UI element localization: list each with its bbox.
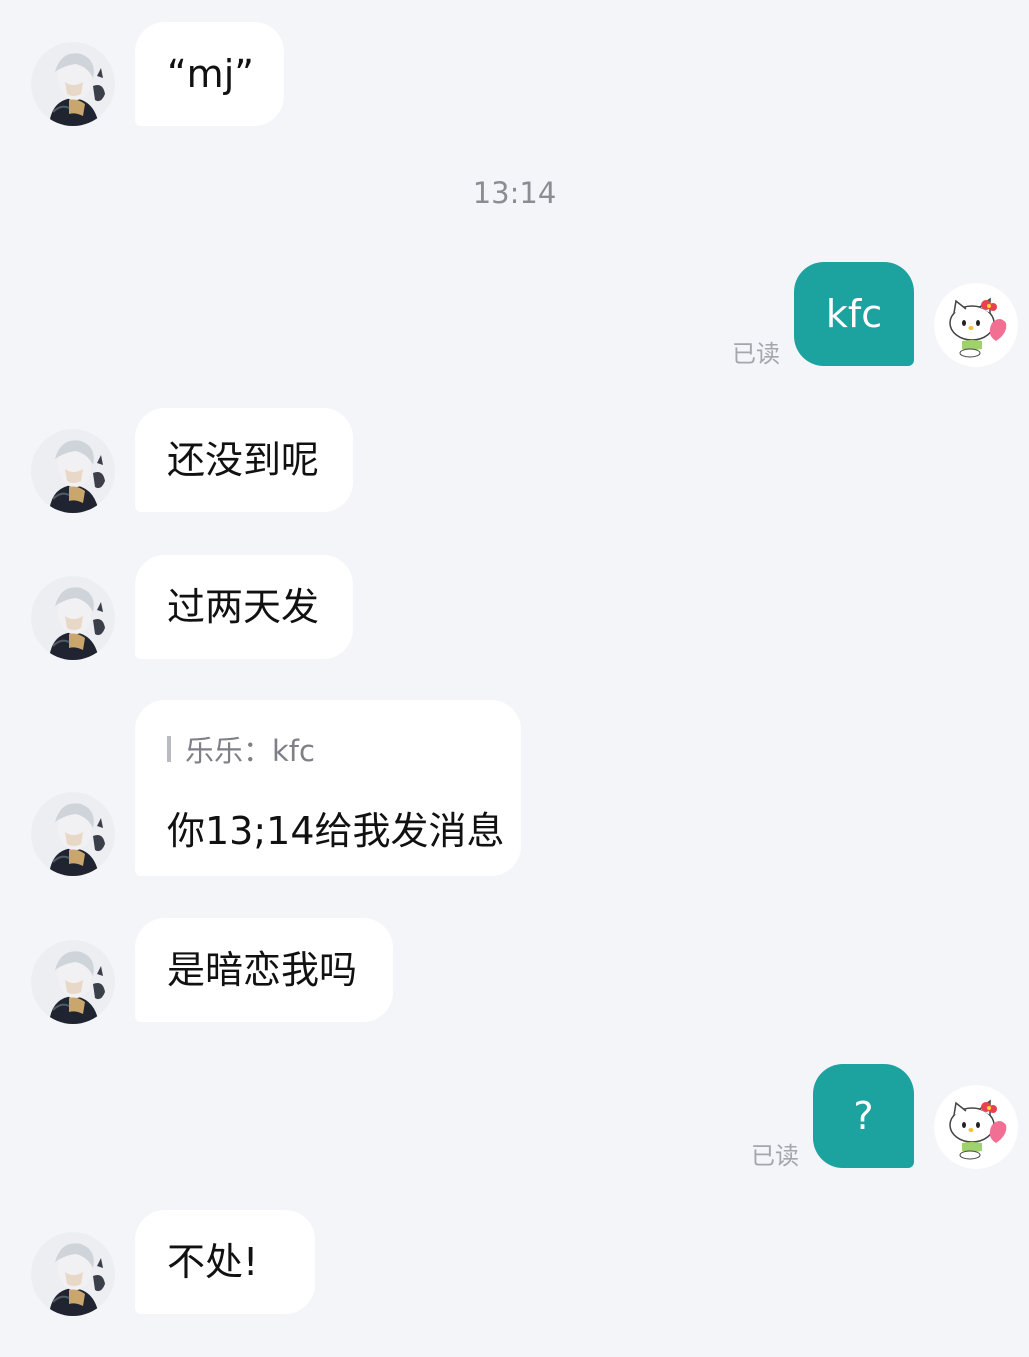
message-text: “mj” — [167, 52, 254, 96]
contact-avatar[interactable] — [31, 42, 115, 126]
contact-avatar[interactable] — [31, 576, 115, 660]
quote-bar — [167, 736, 171, 762]
incoming-message-bubble[interactable]: 不处! — [135, 1210, 315, 1314]
message-text: 是暗恋我吗 — [167, 948, 358, 992]
incoming-message-bubble[interactable]: 过两天发 — [135, 555, 353, 659]
message-text: ? — [853, 1094, 874, 1138]
incoming-message-bubble[interactable]: 还没到呢 — [135, 408, 353, 512]
anime-character-avatar-icon — [31, 576, 115, 660]
anime-character-avatar-icon — [31, 42, 115, 126]
quoted-message[interactable]: 乐乐：kfc — [167, 728, 315, 770]
my-avatar[interactable] — [934, 1085, 1018, 1169]
hello-kitty-avatar-icon — [934, 1085, 1018, 1169]
incoming-message-bubble[interactable]: 是暗恋我吗 — [135, 918, 393, 1022]
incoming-reply-bubble[interactable]: 乐乐：kfc 你13;14给我发消息 — [135, 700, 521, 876]
anime-character-avatar-icon — [31, 429, 115, 513]
contact-avatar[interactable] — [31, 940, 115, 1024]
contact-avatar[interactable] — [31, 792, 115, 876]
message-text: kfc — [825, 292, 883, 336]
contact-avatar[interactable] — [31, 429, 115, 513]
read-status: 已读 — [751, 1142, 799, 1170]
hello-kitty-avatar-icon — [934, 283, 1018, 367]
quoted-text: 乐乐：kfc — [185, 734, 315, 768]
message-text: 你13;14给我发消息 — [167, 809, 505, 853]
anime-character-avatar-icon — [31, 792, 115, 876]
message-text: 过两天发 — [167, 585, 320, 629]
message-timestamp: 13:14 — [472, 176, 557, 210]
anime-character-avatar-icon — [31, 1232, 115, 1316]
contact-avatar[interactable] — [31, 1232, 115, 1316]
read-status: 已读 — [732, 340, 780, 368]
message-text: 不处! — [167, 1240, 259, 1284]
message-text: 还没到呢 — [167, 438, 320, 482]
outgoing-message-bubble[interactable]: ? — [813, 1064, 914, 1168]
anime-character-avatar-icon — [31, 940, 115, 1024]
my-avatar[interactable] — [934, 283, 1018, 367]
incoming-message-bubble[interactable]: “mj” — [135, 22, 284, 126]
outgoing-message-bubble[interactable]: kfc — [794, 262, 914, 366]
